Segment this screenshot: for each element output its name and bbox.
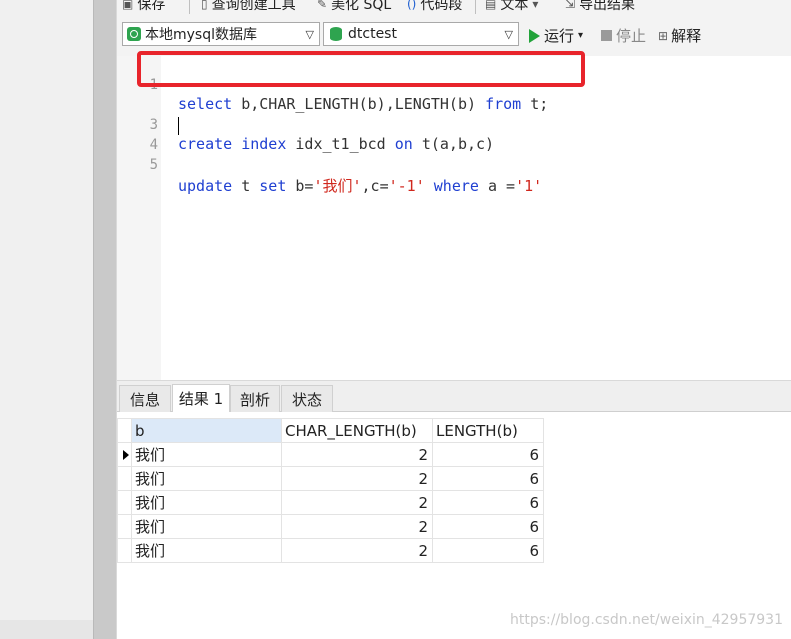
result-tabs: 信息 结果 1 剖析 状态 [117, 380, 791, 412]
code-text: b,CHAR_LENGTH(b),LENGTH(b) [232, 95, 486, 113]
code-line: 5 update t set b='我们',c='-1' where a ='1… [117, 139, 543, 195]
table-cell[interactable]: 2 [281, 442, 433, 467]
table-row[interactable]: 我们 2 6 [117, 538, 544, 563]
query-toolbar: 本地mysql数据库 ▽ dtctest ▽ 运行 ▾ 停止 ⊞ 解释 [117, 14, 791, 56]
tab-info[interactable]: 信息 [119, 385, 171, 412]
code-line: 3 create index idx_t1_bcd on t(a,b,c) [117, 99, 495, 153]
table-cell[interactable]: 我们 [131, 538, 282, 563]
table-cell[interactable]: 6 [432, 514, 544, 539]
export-results-button[interactable]: ⇲ 导出结果 [565, 0, 635, 14]
tab-result-1[interactable]: 结果 1 [172, 384, 230, 412]
snippet-button[interactable]: () 代码段 [407, 0, 462, 14]
column-header[interactable]: LENGTH(b) [432, 418, 544, 443]
string-literal: '我们' [313, 177, 362, 195]
export-icon: ⇲ [565, 0, 576, 11]
row-header-corner [117, 418, 132, 443]
keyword: set [259, 177, 287, 195]
tab-profile[interactable]: 剖析 [230, 385, 280, 412]
string-literal: '-1' [388, 177, 425, 195]
results-table: b CHAR_LENGTH(b) LENGTH(b) 我们 2 6 我们 2 6… [117, 418, 544, 563]
chevron-down-icon: ▽ [305, 28, 314, 41]
column-header[interactable]: b [131, 418, 282, 443]
main-toolbar: ▣ 保存 ▯ 查询创建工具 ✎ 美化 SQL () 代码段 ▤ 文本 ▾ ⇲ 导出结果 [117, 0, 791, 14]
table-row[interactable]: 我们 2 6 [117, 466, 544, 491]
save-button[interactable]: ▣ 保存 [122, 0, 165, 14]
table-row[interactable]: 我们 2 6 [117, 442, 544, 467]
keyword: where [433, 177, 479, 195]
toolbar-divider [475, 0, 476, 14]
table-cell[interactable]: 6 [432, 442, 544, 467]
code-text: t; [521, 95, 549, 113]
keyword: from [485, 95, 522, 113]
current-row-arrow-icon [123, 450, 129, 460]
text-cursor [178, 117, 179, 135]
stop-icon [601, 30, 612, 41]
text-menu-button[interactable]: ▤ 文本 ▾ [485, 0, 538, 14]
watermark: https://blog.csdn.net/weixin_42957931 [509, 612, 783, 628]
row-selector[interactable] [117, 514, 132, 539]
text-icon: ▤ [485, 0, 497, 11]
play-icon [529, 28, 540, 43]
table-cell[interactable]: 我们 [131, 490, 282, 515]
table-row[interactable]: 我们 2 6 [117, 514, 544, 539]
row-selector[interactable] [117, 538, 132, 563]
row-selector[interactable] [117, 442, 132, 467]
table-cell[interactable]: 6 [432, 538, 544, 563]
code-text: t [232, 177, 260, 195]
keyword: create [178, 135, 233, 153]
annotation-highlight-box [137, 51, 585, 87]
query-builder-icon: ▯ [201, 0, 208, 11]
chevron-down-icon: ▽ [504, 28, 513, 41]
toolbar-divider [189, 0, 190, 14]
row-selector[interactable] [117, 490, 132, 515]
database-icon [330, 27, 342, 41]
code-line: 4 [117, 119, 158, 153]
table-cell[interactable]: 2 [281, 514, 433, 539]
column-header[interactable]: CHAR_LENGTH(b) [281, 418, 433, 443]
code-text: ,c= [361, 177, 389, 195]
table-cell[interactable]: 6 [432, 466, 544, 491]
explain-icon: ⊞ [658, 28, 668, 43]
keyword: update [178, 177, 233, 195]
table-cell[interactable]: 2 [281, 490, 433, 515]
query-builder-button[interactable]: ▯ 查询创建工具 [201, 0, 296, 14]
code-text: t(a,b,c) [412, 135, 495, 153]
dropdown-arrow-icon: ▾ [532, 0, 539, 11]
run-button[interactable]: 运行 ▾ [529, 25, 583, 46]
keyword: on [394, 135, 413, 153]
connection-icon [127, 27, 141, 41]
left-panel [0, 0, 93, 639]
table-cell[interactable]: 我们 [131, 514, 282, 539]
tab-status[interactable]: 状态 [281, 385, 333, 412]
table-row[interactable]: 我们 2 6 [117, 490, 544, 515]
save-icon: ▣ [122, 0, 134, 11]
beautify-sql-button[interactable]: ✎ 美化 SQL [317, 0, 391, 14]
table-cell[interactable]: 2 [281, 466, 433, 491]
database-select[interactable]: dtctest ▽ [323, 22, 519, 46]
table-cell[interactable]: 我们 [131, 442, 282, 467]
braces-icon: () [407, 0, 417, 11]
explain-button[interactable]: ⊞ 解释 [658, 25, 701, 46]
keyword: select [178, 95, 233, 113]
wand-icon: ✎ [317, 0, 328, 11]
table-cell[interactable]: 6 [432, 490, 544, 515]
code-text: b= [286, 177, 314, 195]
table-cell[interactable]: 2 [281, 538, 433, 563]
code-text: a = [478, 177, 516, 195]
dropdown-arrow-icon: ▾ [578, 30, 584, 41]
stop-button[interactable]: 停止 [601, 25, 646, 46]
string-literal: '1' [515, 177, 543, 195]
connection-select[interactable]: 本地mysql数据库 ▽ [122, 22, 320, 46]
table-header-row: b CHAR_LENGTH(b) LENGTH(b) [117, 418, 544, 443]
results-grid: b CHAR_LENGTH(b) LENGTH(b) 我们 2 6 我们 2 6… [117, 412, 791, 639]
code-text: idx_t1_bcd [286, 135, 395, 153]
line-number: 5 [149, 157, 158, 173]
table-cell[interactable]: 我们 [131, 466, 282, 491]
left-panel-footer [0, 620, 93, 639]
keyword: index [232, 135, 287, 153]
panel-splitter[interactable] [93, 0, 117, 639]
row-selector[interactable] [117, 466, 132, 491]
sql-editor[interactable]: 1 select b,CHAR_LENGTH(b),LENGTH(b) from… [117, 56, 791, 380]
